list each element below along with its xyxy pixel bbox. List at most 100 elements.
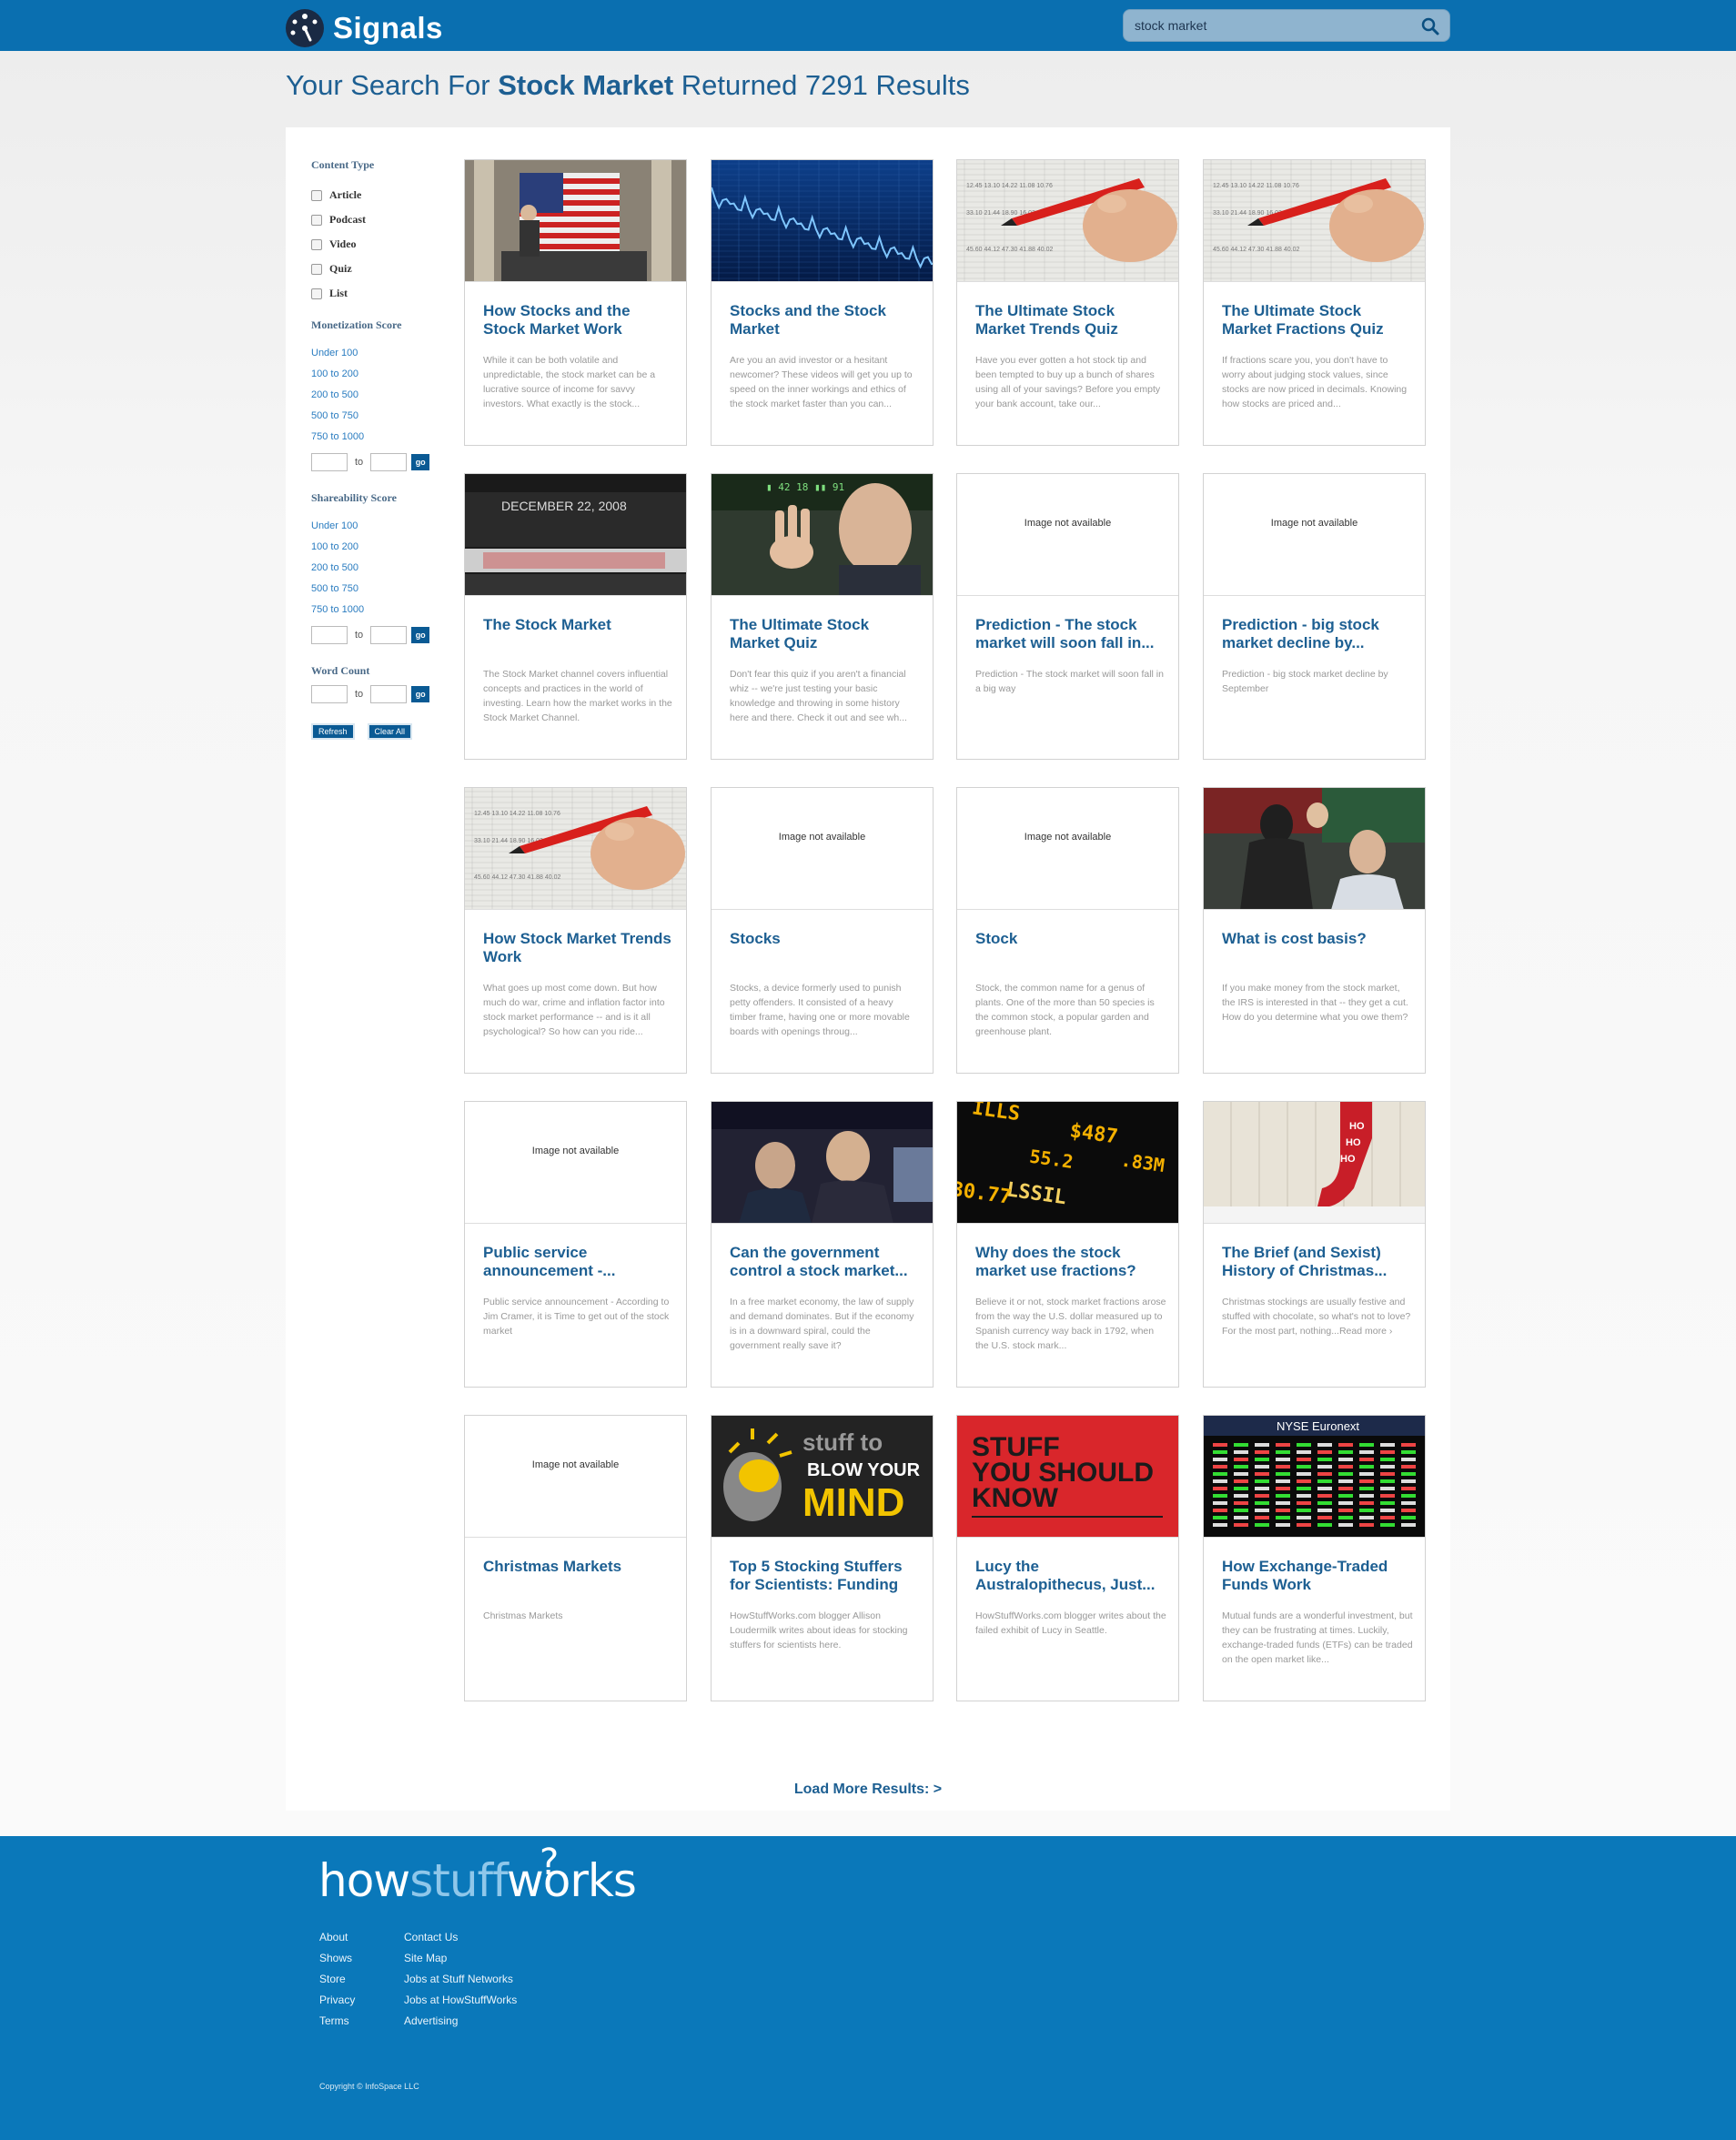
result-card[interactable]: Image not available Prediction - big stoc… — [1203, 473, 1426, 760]
footer-link[interactable]: Store — [319, 1969, 355, 1990]
shareability-min-input[interactable] — [311, 626, 348, 644]
checkbox[interactable] — [311, 189, 322, 201]
image-placeholder[interactable]: Image not available — [465, 1416, 686, 1538]
result-card[interactable]: NYSE Euronext How Exchange-Traded Funds W… — [1203, 1415, 1426, 1701]
shareability-range-link[interactable]: 500 to 750 — [311, 579, 439, 600]
footer-link[interactable]: Site Map — [404, 1948, 517, 1969]
card-thumbnail[interactable]: 12.45 13.10 14.22 11.08 10.76 33.10 21.4… — [465, 788, 686, 910]
card-title[interactable]: How Stock Market Trends Work — [483, 930, 674, 966]
result-card[interactable]: STUFF YOU SHOULD KNOW Lucy the Australop… — [956, 1415, 1179, 1701]
card-title[interactable]: What is cost basis? — [1222, 930, 1413, 948]
card-thumbnail[interactable]: DECEMBER 22, 2008 — [465, 474, 686, 596]
footer-link[interactable]: Advertising — [404, 2011, 517, 2032]
shareability-range-link[interactable]: 100 to 200 — [311, 537, 439, 558]
card-thumbnail[interactable]: ILLS $487 .83M 55.2 LSSIL 30.77 — [957, 1102, 1178, 1224]
refresh-button[interactable]: Refresh — [311, 723, 355, 740]
content-type-option[interactable]: Quiz — [311, 257, 439, 281]
card-thumbnail[interactable]: NYSE Euronext — [1204, 1416, 1425, 1538]
result-card[interactable]: Image not available Prediction - The stoc… — [956, 473, 1179, 760]
result-card[interactable]: stuff to BLOW YOUR MIND Top 5 Stocking St… — [711, 1415, 934, 1701]
result-card[interactable]: What is cost basis? If you make money fro… — [1203, 787, 1426, 1074]
checkbox[interactable] — [311, 214, 322, 226]
signals-logo[interactable]: Signals — [286, 7, 443, 49]
word-count-go-button[interactable]: go — [411, 686, 430, 702]
card-title[interactable]: Top 5 Stocking Stuffers for Scientists: … — [730, 1558, 921, 1594]
search-input[interactable] — [1135, 15, 1408, 35]
result-card[interactable]: 12.45 13.10 14.22 11.08 10.76 33.10 21.4… — [464, 787, 687, 1074]
footer-link[interactable]: Contact Us — [404, 1927, 517, 1948]
image-placeholder[interactable]: Image not available — [957, 474, 1178, 596]
result-card[interactable]: Image not available Stocks Stocks, a devic… — [711, 787, 934, 1074]
image-placeholder[interactable]: Image not available — [1204, 474, 1425, 596]
image-placeholder[interactable]: Image not available — [712, 788, 933, 910]
footer-link[interactable]: Jobs at HowStuffWorks — [404, 1990, 517, 2011]
card-title[interactable]: Stocks — [730, 930, 921, 948]
footer-link[interactable]: Privacy — [319, 1990, 355, 2011]
result-card[interactable]: 12.45 13.10 14.22 11.08 10.76 33.10 21.4… — [1203, 159, 1426, 446]
image-placeholder[interactable]: Image not available — [465, 1102, 686, 1224]
card-title[interactable]: Prediction - big stock market decline by… — [1222, 616, 1413, 652]
monetization-go-button[interactable]: go — [411, 454, 430, 470]
card-title[interactable]: Lucy the Australopithecus, Just... — [975, 1558, 1166, 1594]
result-card[interactable]: How Stocks and the Stock Market Work Whil… — [464, 159, 687, 446]
result-card[interactable]: DECEMBER 22, 2008 The Stock Market The St… — [464, 473, 687, 760]
card-thumbnail[interactable] — [465, 160, 686, 282]
card-thumbnail[interactable]: 12.45 13.10 14.22 11.08 10.76 33.10 21.4… — [957, 160, 1178, 282]
card-title[interactable]: Why does the stock market use fractions? — [975, 1244, 1166, 1280]
card-thumbnail[interactable] — [1204, 788, 1425, 910]
monetization-range-link[interactable]: Under 100 — [311, 343, 439, 364]
search-icon[interactable] — [1420, 16, 1440, 36]
card-title[interactable]: Stocks and the Stock Market — [730, 302, 921, 338]
monetization-max-input[interactable] — [370, 453, 408, 471]
card-thumbnail[interactable]: STUFF YOU SHOULD KNOW — [957, 1416, 1178, 1538]
image-placeholder[interactable]: Image not available — [957, 788, 1178, 910]
card-thumbnail[interactable]: stuff to BLOW YOUR MIND — [712, 1416, 933, 1538]
card-title[interactable]: Prediction - The stock market will soon … — [975, 616, 1166, 652]
footer-link[interactable]: Terms — [319, 2011, 355, 2032]
monetization-range-link[interactable]: 200 to 500 — [311, 385, 439, 406]
result-card[interactable]: 12.45 13.10 14.22 11.08 10.76 33.10 21.4… — [956, 159, 1179, 446]
card-thumbnail[interactable]: 12.45 13.10 14.22 11.08 10.76 33.10 21.4… — [1204, 160, 1425, 282]
card-title[interactable]: Can the government control a stock marke… — [730, 1244, 921, 1280]
footer-link[interactable]: Jobs at Stuff Networks — [404, 1969, 517, 1990]
card-title[interactable]: The Ultimate Stock Market Quiz — [730, 616, 921, 652]
card-thumbnail[interactable]: HO HO HO — [1204, 1102, 1425, 1224]
load-more-link[interactable]: Load More Results: > — [286, 1782, 1450, 1798]
card-title[interactable]: The Stock Market — [483, 616, 674, 634]
shareability-range-link[interactable]: 200 to 500 — [311, 558, 439, 579]
shareability-max-input[interactable] — [370, 626, 408, 644]
monetization-range-link[interactable]: 500 to 750 — [311, 406, 439, 427]
card-thumbnail[interactable] — [712, 160, 933, 282]
monetization-min-input[interactable] — [311, 453, 348, 471]
content-type-option[interactable]: Article — [311, 183, 439, 207]
card-title[interactable]: Stock — [975, 930, 1166, 948]
result-card[interactable]: Image not available Stock Stock, the commo… — [956, 787, 1179, 1074]
card-title[interactable]: How Stocks and the Stock Market Work — [483, 302, 674, 338]
card-title[interactable]: The Ultimate Stock Market Fractions Quiz — [1222, 302, 1413, 338]
content-type-option[interactable]: Video — [311, 232, 439, 257]
footer-link[interactable]: Shows — [319, 1948, 355, 1969]
result-card[interactable]: ▮ 42 18 ▮▮ 91 The Ultimate Stock Market … — [711, 473, 934, 760]
checkbox[interactable] — [311, 263, 322, 275]
monetization-range-link[interactable]: 100 to 200 — [311, 364, 439, 385]
card-title[interactable]: The Brief (and Sexist) History of Christ… — [1222, 1244, 1413, 1280]
card-title[interactable]: How Exchange-Traded Funds Work — [1222, 1558, 1413, 1594]
content-type-option[interactable]: Podcast — [311, 207, 439, 232]
result-card[interactable]: Image not available Public service announ… — [464, 1101, 687, 1388]
howstuffworks-logo[interactable]: howstuffworks — [318, 1854, 637, 1907]
card-thumbnail[interactable]: ▮ 42 18 ▮▮ 91 — [712, 474, 933, 596]
card-thumbnail[interactable] — [712, 1102, 933, 1224]
monetization-range-link[interactable]: 750 to 1000 — [311, 427, 439, 448]
checkbox[interactable] — [311, 238, 322, 250]
result-card[interactable]: Image not available Christmas Markets Chri… — [464, 1415, 687, 1701]
result-card[interactable]: Stocks and the Stock Market Are you an av… — [711, 159, 934, 446]
card-title[interactable]: Christmas Markets — [483, 1558, 674, 1576]
clear-all-button[interactable]: Clear All — [367, 723, 413, 740]
card-title[interactable]: Public service announcement -... — [483, 1244, 674, 1280]
card-title[interactable]: The Ultimate Stock Market Trends Quiz — [975, 302, 1166, 338]
word-count-max-input[interactable] — [370, 685, 408, 703]
word-count-min-input[interactable] — [311, 685, 348, 703]
shareability-range-link[interactable]: 750 to 1000 — [311, 600, 439, 621]
result-card[interactable]: ILLS $487 .83M 55.2 LSSIL 30.77 Why does … — [956, 1101, 1179, 1388]
footer-link[interactable]: About — [319, 1927, 355, 1948]
